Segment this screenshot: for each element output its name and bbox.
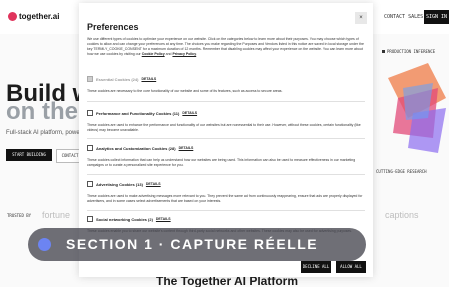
category-advertising: Advertising Cookies (13) DETAILS These c… bbox=[87, 181, 365, 204]
allow-all-button[interactable]: ALLOW ALL bbox=[336, 261, 366, 273]
analytics-checkbox[interactable] bbox=[87, 145, 93, 151]
sign-in-button[interactable]: SIGN IN bbox=[424, 10, 449, 24]
banner-text: SECTION 1 · CAPTURE RÉELLE bbox=[66, 236, 319, 252]
advertising-checkbox[interactable] bbox=[87, 181, 93, 187]
square-icon bbox=[382, 50, 385, 53]
hero-subtitle: Full-stack AI platform, powe bbox=[6, 130, 80, 136]
brand-logo[interactable]: together.ai bbox=[8, 12, 59, 21]
performance-checkbox[interactable] bbox=[87, 110, 93, 116]
divider bbox=[87, 210, 365, 211]
advertising-details-link[interactable]: DETAILS bbox=[146, 182, 161, 186]
modal-title: Preferences bbox=[87, 22, 139, 32]
decline-all-button[interactable]: DECLINE ALL bbox=[301, 261, 331, 273]
category-description: These cookies are used to make advertisi… bbox=[87, 194, 363, 203]
essential-details-link[interactable]: DETAILS bbox=[141, 77, 156, 81]
analytics-details-link[interactable]: DETAILS bbox=[179, 146, 194, 150]
screenshot-frame: together.ai CONTACT SALES SIGN IN Build … bbox=[0, 0, 449, 287]
contact-sales-link[interactable]: CONTACT SALES bbox=[384, 14, 423, 20]
captions-logo: captions bbox=[385, 210, 419, 220]
category-description: These cookies collect information that c… bbox=[87, 158, 356, 167]
hero-3d-shape bbox=[388, 63, 446, 153]
logo-icon bbox=[8, 12, 17, 21]
modal-intro: We use different types of cookies to opt… bbox=[87, 37, 364, 56]
research-label: CUTTING-EDGE RESEARCH bbox=[376, 169, 427, 174]
privacy-policy-link[interactable]: Privacy Policy bbox=[172, 52, 196, 56]
fortune-logo: fortune bbox=[42, 210, 71, 220]
category-description: These cookies are necessary to the core … bbox=[87, 89, 283, 93]
divider bbox=[87, 174, 365, 175]
social-details-link[interactable]: DETAILS bbox=[156, 217, 171, 221]
social-checkbox[interactable] bbox=[87, 216, 93, 222]
category-analytics: Analytics and Customization Cookies (28)… bbox=[87, 145, 365, 168]
category-essential: Essential Cookies (24) DETAILS These coo… bbox=[87, 76, 365, 94]
close-icon: × bbox=[359, 15, 363, 21]
divider bbox=[87, 138, 365, 139]
performance-details-link[interactable]: DETAILS bbox=[182, 111, 197, 115]
category-description: These cookies are used to enhance the pe… bbox=[87, 123, 361, 132]
production-inference-label: PRODUCTION INFERENCE bbox=[382, 49, 435, 54]
trusted-by-label: TRUSTED BY bbox=[7, 213, 32, 218]
category-performance: Performance and Functionality Cookies (1… bbox=[87, 110, 365, 133]
divider bbox=[87, 101, 365, 102]
essential-checkbox[interactable] bbox=[87, 76, 93, 82]
status-dot-icon bbox=[38, 238, 51, 251]
section-banner: SECTION 1 · CAPTURE RÉELLE bbox=[28, 228, 366, 261]
cookie-policy-link[interactable]: Cookie Policy bbox=[142, 52, 165, 56]
close-button[interactable]: × bbox=[355, 12, 367, 24]
start-building-button[interactable]: START BUILDING bbox=[6, 149, 52, 161]
